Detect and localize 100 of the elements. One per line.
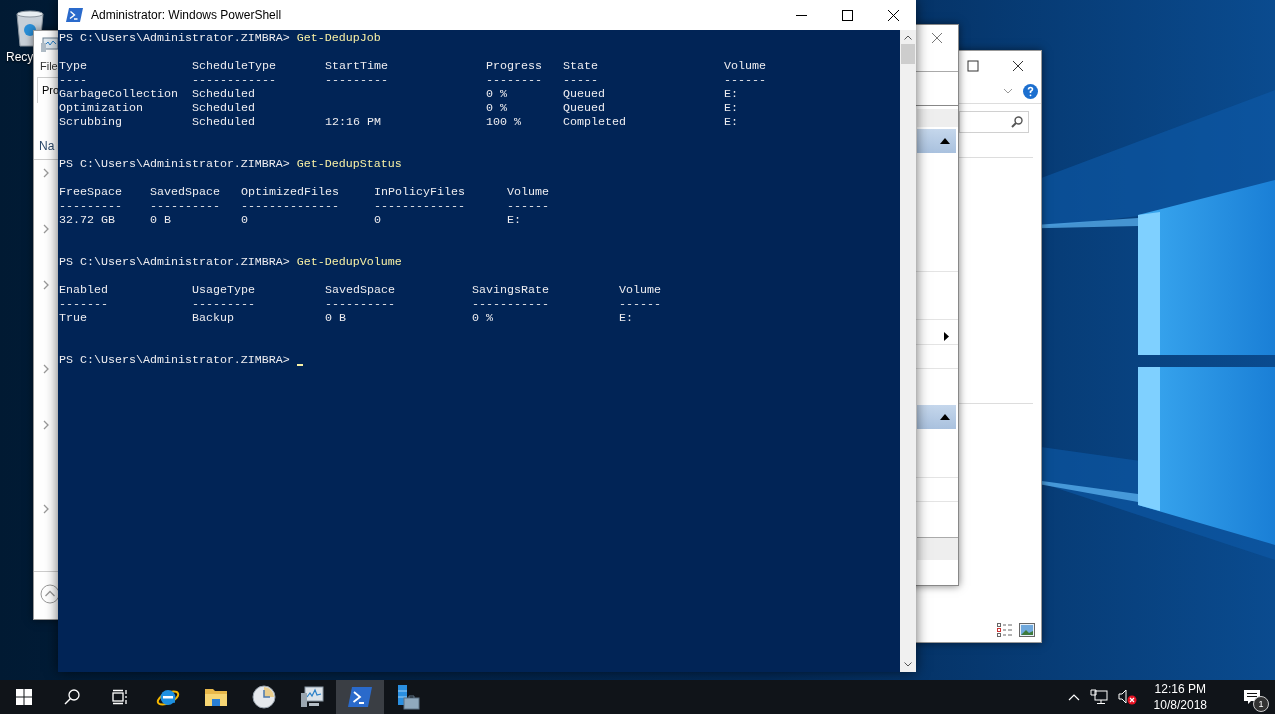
terminal-icon bbox=[348, 687, 372, 707]
table-cell: Queued bbox=[563, 101, 605, 115]
chevron-right-icon[interactable] bbox=[43, 224, 49, 234]
chevron-up-icon[interactable] bbox=[1067, 693, 1080, 701]
chevron-right-icon[interactable] bbox=[43, 280, 49, 290]
table-cell: E: bbox=[724, 87, 738, 101]
chevron-right-icon[interactable] bbox=[43, 168, 49, 178]
table-cell: E: bbox=[619, 311, 633, 325]
header-rule: -------------- bbox=[241, 199, 339, 213]
network-icon[interactable] bbox=[1089, 689, 1108, 705]
maximize-icon bbox=[841, 9, 853, 21]
prompt-text: PS C:\Users\Administrator.ZIMBRA> bbox=[59, 157, 290, 171]
header-rule: --------- bbox=[192, 297, 255, 311]
section-header[interactable] bbox=[917, 129, 956, 153]
prompt-text: PS C:\Users\Administrator.ZIMBRA> bbox=[59, 353, 290, 367]
window-title: Administrator: Windows PowerShell bbox=[91, 8, 282, 22]
table-cell: 12:16 PM bbox=[325, 115, 381, 129]
help-icon[interactable] bbox=[1023, 84, 1038, 99]
header-rule: ---- bbox=[59, 73, 87, 87]
header-rule: --------- bbox=[325, 73, 388, 87]
table-cell: E: bbox=[724, 101, 738, 115]
column-header: State bbox=[563, 59, 598, 73]
submenu-arrow-icon[interactable] bbox=[944, 332, 949, 341]
table-cell: 0 % bbox=[486, 101, 507, 115]
chevron-down-icon[interactable] bbox=[1003, 88, 1013, 95]
header-rule: -------- bbox=[486, 73, 542, 87]
header-rule: ---------- bbox=[325, 297, 395, 311]
column-header[interactable]: Na bbox=[39, 139, 55, 153]
table-cell: Backup bbox=[192, 311, 234, 325]
table-cell: 0 B bbox=[150, 213, 171, 227]
close-icon[interactable] bbox=[1012, 60, 1024, 72]
column-header: SavedSpace bbox=[325, 283, 395, 297]
header-rule: ---------- bbox=[150, 199, 220, 213]
column-header: SavingsRate bbox=[472, 283, 549, 297]
header-rule: --------- bbox=[59, 199, 122, 213]
column-header: ScheduleType bbox=[192, 59, 276, 73]
table-cell: GarbageCollection bbox=[59, 87, 178, 101]
speaker-icon[interactable] bbox=[1117, 689, 1138, 705]
desktop-icon-label[interactable]: Recy bbox=[6, 50, 34, 64]
performance-monitor-icon bbox=[300, 686, 324, 708]
table-cell: 0 % bbox=[486, 87, 507, 101]
column-header: UsageType bbox=[192, 283, 255, 297]
collapse-icon bbox=[940, 138, 950, 144]
preview-view-icon[interactable] bbox=[1019, 623, 1035, 637]
windows-logo-icon bbox=[16, 689, 32, 705]
command-text: Get-DedupVolume bbox=[296, 255, 402, 269]
column-header: OptimizedFiles bbox=[241, 185, 339, 199]
section-header[interactable] bbox=[917, 405, 956, 429]
column-header: FreeSpace bbox=[59, 185, 122, 199]
table-cell: Completed bbox=[563, 115, 626, 129]
search-icon bbox=[64, 689, 80, 705]
search-icon bbox=[1011, 116, 1023, 128]
clock-icon bbox=[252, 685, 276, 709]
taskbar-button[interactable] bbox=[336, 680, 384, 714]
header-rule: ------ bbox=[724, 73, 766, 87]
collapse-circle-icon[interactable] bbox=[40, 584, 60, 604]
clock-date[interactable]: 10/8/2018 bbox=[1153, 697, 1207, 713]
table-cell: 100 % bbox=[486, 115, 521, 129]
scroll-down-icon[interactable] bbox=[904, 662, 912, 667]
table-cell: E: bbox=[724, 115, 738, 129]
close-icon bbox=[887, 9, 899, 21]
column-header: Enabled bbox=[59, 283, 108, 297]
scrollbar[interactable] bbox=[900, 30, 916, 672]
search-field[interactable] bbox=[959, 111, 1029, 133]
column-header: Type bbox=[59, 59, 87, 73]
command-text: Get-DedupStatus bbox=[296, 157, 402, 171]
header-rule: ----- bbox=[563, 73, 598, 87]
task-view-icon bbox=[112, 689, 128, 705]
header-rule: ------------ bbox=[192, 73, 276, 87]
header-rule: ------ bbox=[507, 199, 549, 213]
table-cell: Queued bbox=[563, 87, 605, 101]
column-header: SavedSpace bbox=[150, 185, 220, 199]
header-rule: ------- bbox=[59, 297, 108, 311]
command-text: Get-DedupJob bbox=[296, 31, 381, 45]
scroll-up-icon[interactable] bbox=[904, 35, 912, 40]
table-cell: Scheduled bbox=[192, 87, 255, 101]
table-cell: True bbox=[59, 311, 87, 325]
toolbar-strip bbox=[917, 109, 958, 127]
column-header: Volume bbox=[619, 283, 661, 297]
table-cell: 0 bbox=[241, 213, 248, 227]
table-cell: 0 B bbox=[325, 311, 346, 325]
header-rule: ----------- bbox=[472, 297, 549, 311]
folder-icon bbox=[204, 686, 228, 708]
details-view-icon[interactable] bbox=[997, 623, 1013, 637]
terminal-icon bbox=[66, 8, 83, 22]
table-cell: 32.72 GB bbox=[59, 213, 115, 227]
chevron-right-icon[interactable] bbox=[43, 364, 49, 374]
status-bar bbox=[917, 537, 958, 560]
prompt-text: PS C:\Users\Administrator.ZIMBRA> bbox=[59, 255, 290, 269]
column-header: Volume bbox=[724, 59, 766, 73]
column-header: Volume bbox=[507, 185, 549, 199]
server-manager-icon bbox=[396, 684, 420, 710]
scrollbar-thumb[interactable] bbox=[901, 44, 915, 64]
table-cell: Scheduled bbox=[192, 101, 255, 115]
menu-item[interactable]: File bbox=[40, 60, 58, 72]
maximize-icon[interactable] bbox=[967, 60, 979, 72]
clock-time[interactable]: 12:16 PM bbox=[1154, 681, 1206, 697]
chevron-right-icon[interactable] bbox=[43, 420, 49, 430]
table-cell: 0 % bbox=[472, 311, 493, 325]
chevron-right-icon[interactable] bbox=[43, 504, 49, 514]
